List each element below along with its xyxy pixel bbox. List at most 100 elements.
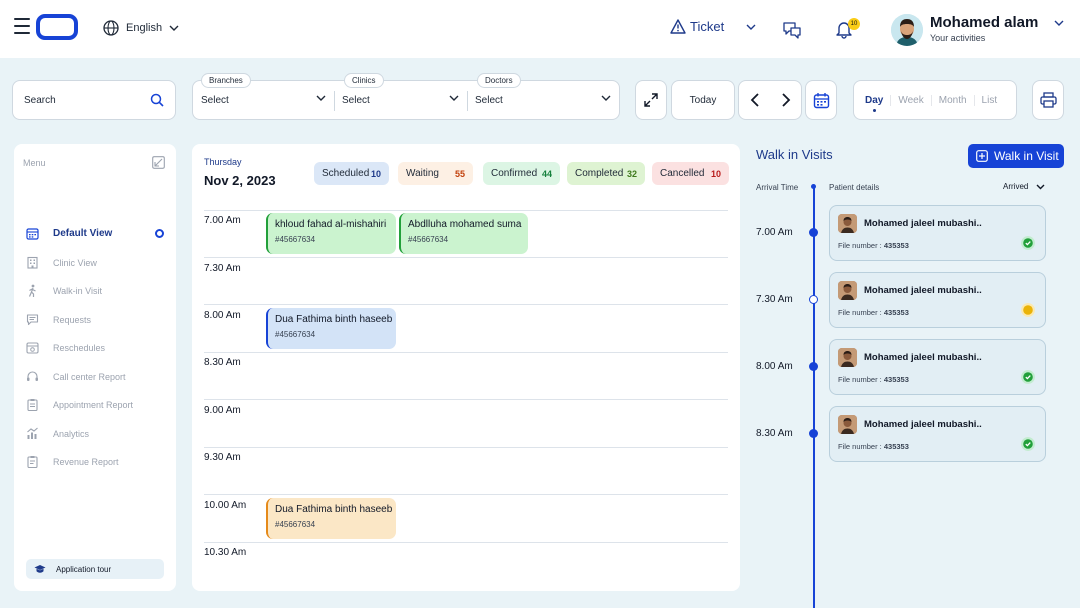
sidebar-item-appointment-report[interactable]: Appointment Report bbox=[26, 398, 133, 411]
view-list-tab[interactable]: List bbox=[973, 94, 1005, 106]
slot-time: 7.00 Am bbox=[204, 215, 241, 226]
report-icon bbox=[27, 456, 38, 468]
chevron-right-icon[interactable] bbox=[781, 93, 791, 107]
sidebar-item-call-center-report[interactable]: Call center Report bbox=[26, 370, 126, 383]
view-week-tab[interactable]: Week bbox=[890, 94, 930, 106]
slot-divider bbox=[204, 542, 728, 543]
building-icon bbox=[27, 256, 38, 269]
arrived-sort-dropdown[interactable]: Arrived bbox=[1003, 182, 1045, 191]
clinics-filter[interactable]: Clinics Select bbox=[334, 73, 467, 119]
appointment-card[interactable]: Abdlluha mohamed suma #45667634 bbox=[399, 213, 528, 254]
file-number-label: File number : bbox=[838, 375, 884, 384]
appointment-id: #45667634 bbox=[275, 235, 316, 244]
check-circle-icon bbox=[1021, 370, 1035, 384]
expand-button[interactable] bbox=[635, 80, 667, 120]
chat-icon bbox=[26, 314, 39, 326]
slot-time: 8.30 Am bbox=[204, 357, 241, 368]
language-label: English bbox=[126, 22, 163, 34]
visit-card[interactable]: Mohamed jaleel mubashi.. File number : 4… bbox=[829, 205, 1046, 261]
walk-in-title: Walk in Visits bbox=[756, 147, 833, 162]
status-chip-confirmed[interactable]: Confirmed 44 bbox=[483, 162, 560, 185]
appointment-card[interactable]: khloud fahad al-mishahiri #45667634 bbox=[266, 213, 396, 254]
slot-divider bbox=[204, 494, 728, 495]
chat-icon[interactable] bbox=[781, 19, 803, 39]
visit-file-number: File number : 435353 bbox=[838, 308, 909, 317]
menu-icon[interactable] bbox=[14, 18, 30, 36]
timeline-start-dot bbox=[811, 184, 816, 189]
status-chip-scheduled[interactable]: Scheduled 10 bbox=[314, 162, 389, 185]
status-chip-cancelled[interactable]: Cancelled 10 bbox=[652, 162, 729, 185]
menu-label: Menu bbox=[23, 158, 46, 168]
patient-avatar bbox=[838, 281, 857, 300]
slot-divider bbox=[204, 399, 728, 400]
status-chip-waiting[interactable]: Waiting 55 bbox=[398, 162, 473, 185]
sidebar-item-analytics[interactable]: Analytics bbox=[26, 427, 89, 440]
timeline-dot bbox=[809, 429, 818, 438]
clipboard-icon bbox=[27, 399, 38, 411]
user-avatar[interactable] bbox=[891, 14, 923, 46]
user-name: Mohamed alam bbox=[930, 14, 1039, 31]
doctors-filter[interactable]: Doctors Select bbox=[467, 73, 619, 119]
globe-icon bbox=[103, 20, 119, 36]
search-placeholder: Search bbox=[24, 95, 56, 106]
branches-filter-label: Branches bbox=[201, 73, 251, 88]
status-chip-completed[interactable]: Completed 32 bbox=[567, 162, 645, 185]
visit-patient-name: Mohamed jaleel mubashi.. bbox=[864, 218, 982, 229]
ticket-menu[interactable]: Ticket bbox=[670, 19, 756, 34]
walk-in-visit-button[interactable]: Walk in Visit bbox=[968, 144, 1064, 168]
visit-card[interactable]: Mohamed jaleel mubashi.. File number : 4… bbox=[829, 406, 1046, 462]
application-tour-label: Application tour bbox=[56, 564, 112, 574]
chevron-down-icon[interactable] bbox=[1054, 20, 1064, 26]
sidebar-item-walk-in-visit[interactable]: Walk-in Visit bbox=[26, 284, 102, 297]
visit-file-number: File number : 435353 bbox=[838, 375, 909, 384]
sidebar-item-default-view[interactable]: Default View bbox=[26, 227, 112, 240]
visit-time: 8.30 Am bbox=[756, 428, 793, 439]
slot-divider bbox=[204, 352, 728, 353]
notification-badge: 10 bbox=[848, 18, 860, 30]
slot-time: 9.30 Am bbox=[204, 452, 241, 463]
sidebar-item-clinic-view[interactable]: Clinic View bbox=[26, 256, 97, 269]
active-item-indicator bbox=[155, 229, 164, 238]
branches-filter[interactable]: Branches Select bbox=[193, 73, 334, 119]
language-selector[interactable]: English bbox=[103, 20, 179, 36]
search-input[interactable]: Search bbox=[12, 80, 176, 120]
calendar-weekday: Thursday bbox=[204, 157, 242, 167]
date-picker-button[interactable] bbox=[805, 80, 837, 120]
walking-icon bbox=[28, 284, 36, 297]
sidebar-item-requests[interactable]: Requests bbox=[26, 313, 91, 326]
brand-logo[interactable] bbox=[36, 14, 78, 40]
collapse-icon[interactable] bbox=[152, 156, 165, 169]
file-number-label: File number : bbox=[838, 241, 884, 250]
print-button[interactable] bbox=[1032, 80, 1064, 120]
search-icon[interactable] bbox=[150, 93, 164, 107]
visit-card[interactable]: Mohamed jaleel mubashi.. File number : 4… bbox=[829, 272, 1046, 328]
chevron-down-icon bbox=[601, 95, 611, 101]
clinics-filter-label: Clinics bbox=[344, 73, 384, 88]
appointment-patient-name: khloud fahad al-mishahiri bbox=[275, 219, 387, 230]
appointment-card[interactable]: Dua Fathima binth haseeb #45667634 bbox=[266, 498, 396, 539]
filter-bar: Branches Select Clinics Select Doctors S… bbox=[192, 73, 620, 120]
sidebar-item-revenue-report[interactable]: Revenue Report bbox=[26, 455, 119, 468]
slot-time: 9.00 Am bbox=[204, 405, 241, 416]
chevron-down-icon bbox=[449, 95, 459, 101]
visit-card[interactable]: Mohamed jaleel mubashi.. File number : 4… bbox=[829, 339, 1046, 395]
timeline-dot bbox=[809, 295, 818, 304]
view-month-tab[interactable]: Month bbox=[930, 94, 974, 106]
slot-divider bbox=[204, 304, 728, 305]
application-tour-button[interactable]: Application tour bbox=[26, 559, 164, 579]
today-button[interactable]: Today bbox=[671, 80, 735, 120]
sidebar-item-label: Clinic View bbox=[53, 257, 97, 268]
view-day-tab[interactable]: Day bbox=[864, 95, 890, 106]
expand-icon bbox=[644, 93, 658, 107]
user-subtitle: Your activities bbox=[930, 33, 986, 43]
chevron-left-icon[interactable] bbox=[750, 93, 760, 107]
arrival-time-header: Arrival Time bbox=[756, 183, 799, 192]
check-circle-icon bbox=[1021, 437, 1035, 451]
sidebar-item-label: Call center Report bbox=[53, 371, 126, 382]
sidebar-item-reschedules[interactable]: Reschedules bbox=[26, 341, 105, 354]
sidebar-item-label: Default View bbox=[53, 228, 113, 239]
sidebar-item-label: Revenue Report bbox=[53, 456, 119, 467]
visit-time: 7.30 Am bbox=[756, 294, 793, 305]
clinics-filter-value: Select bbox=[342, 95, 370, 106]
appointment-card[interactable]: Dua Fathima binth haseeb #45667634 bbox=[266, 308, 396, 349]
